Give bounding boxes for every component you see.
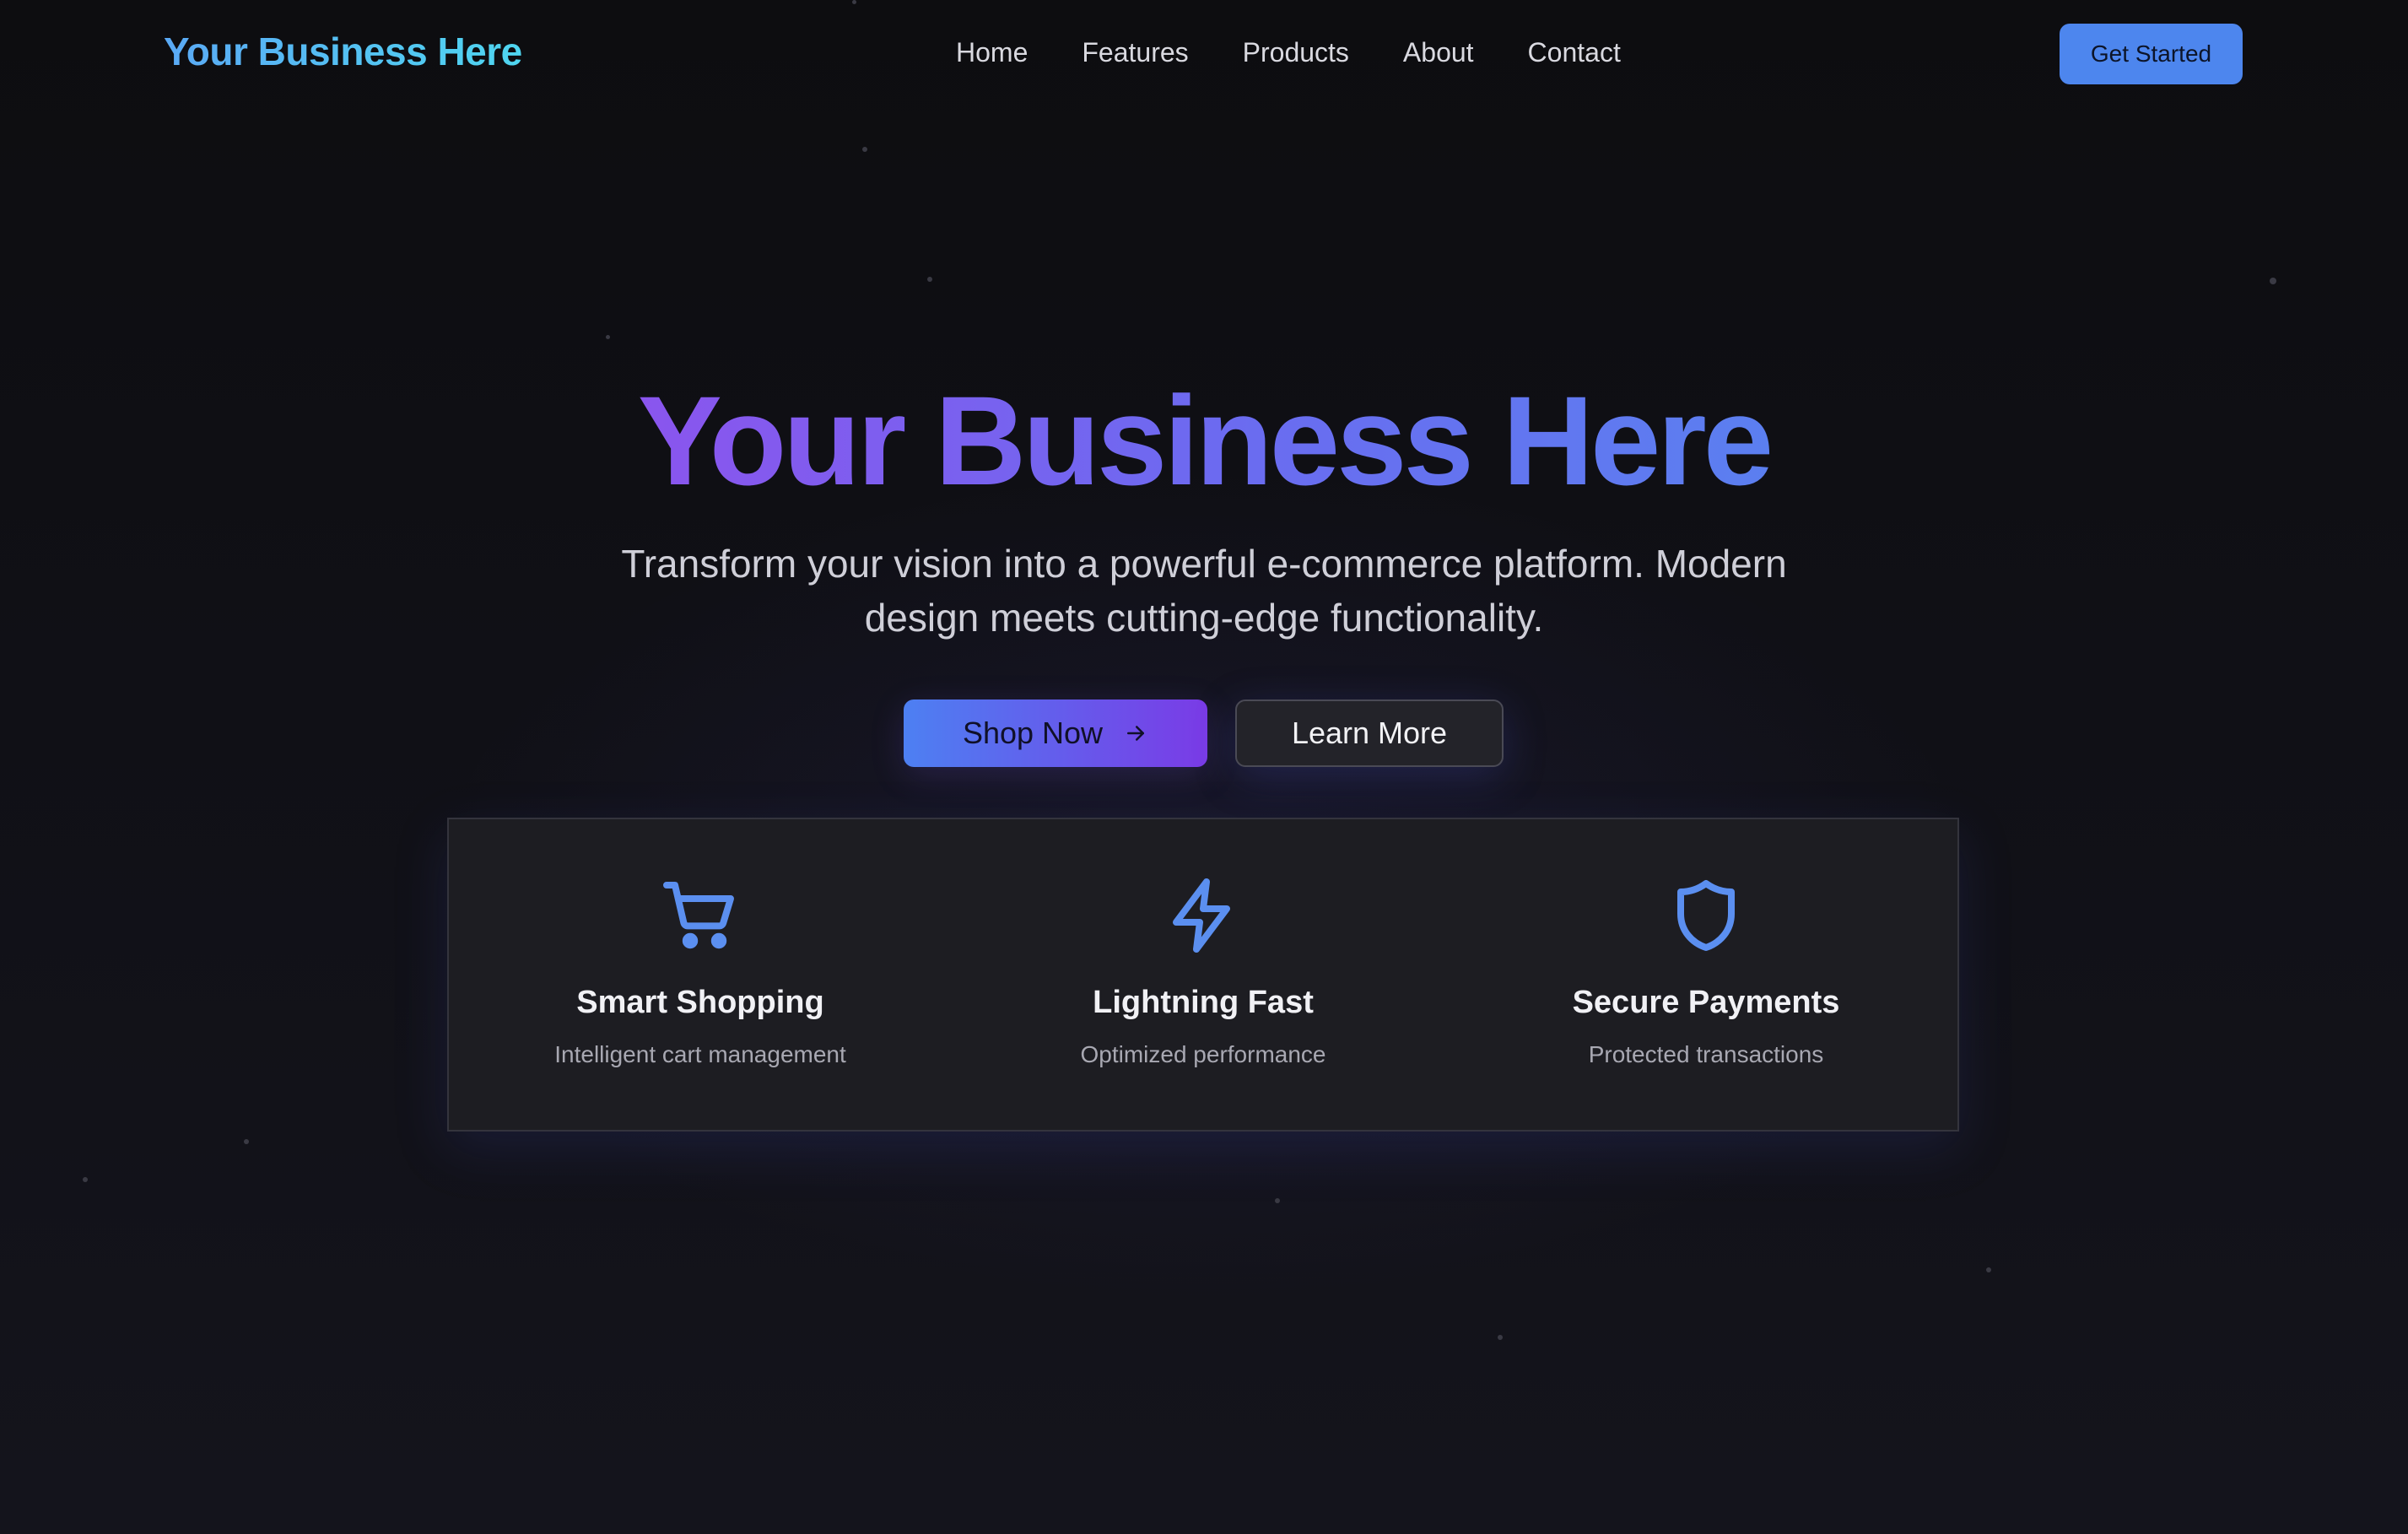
lightning-icon [1173,878,1230,953]
shop-now-label: Shop Now [962,716,1104,750]
nav-link-about[interactable]: About [1403,37,1474,68]
hero-buttons: Shop Now Learn More [904,699,1504,767]
main-menu: Home Features Products About Contact [956,37,1621,68]
background-dot [2270,278,2276,284]
get-started-button[interactable]: Get Started [2060,24,2243,84]
background-dot [244,1139,249,1144]
hero-title-text: Your Business Here [637,370,1774,511]
arrow-right-icon [1127,726,1145,741]
shop-now-button[interactable]: Shop Now [904,699,1207,767]
nav-link-products[interactable]: Products [1243,37,1349,68]
feature-title: Lightning Fast [1093,985,1314,1020]
background-dot [1498,1335,1503,1340]
learn-more-button[interactable]: Learn More [1235,699,1504,767]
top-navbar: Your Business Here Home Features Product… [0,0,2408,108]
feature-card-smart-shopping: Smart Shopping Intelligent cart manageme… [449,819,952,1130]
background-dot [606,335,610,339]
background-dot [83,1177,88,1182]
shopping-cart-icon [663,882,734,949]
features-panel: Smart Shopping Intelligent cart manageme… [447,818,1959,1132]
feature-card-lightning-fast: Lightning Fast Optimized performance [952,819,1455,1130]
background-dot [927,277,932,282]
hero-subtitle-line-1: Transform your vision into a powerful e-… [621,542,1787,586]
background-glow [0,0,2408,1534]
nav-link-features[interactable]: Features [1082,37,1188,68]
nav-link-home[interactable]: Home [956,37,1028,68]
hero-subtitle: Transform your vision into a powerful e-… [591,537,1817,645]
background-dot [1275,1198,1280,1203]
nav-link-contact[interactable]: Contact [1528,37,1621,68]
hero-title: Your Business Here [0,365,2408,516]
feature-title: Smart Shopping [576,985,824,1020]
feature-title: Secure Payments [1572,985,1840,1020]
feature-description: Protected transactions [1588,1041,1824,1067]
background-dot [862,147,867,152]
feature-card-secure-payments: Secure Payments Protected transactions [1455,819,1957,1130]
shield-icon [1677,880,1735,951]
background-dot [1986,1267,1991,1272]
feature-description: Optimized performance [1080,1041,1326,1067]
hero-subtitle-line-2: design meets cutting-edge functionality. [864,596,1544,640]
feature-description: Intelligent cart management [554,1041,846,1067]
brand-logo[interactable]: Your Business Here [164,29,522,74]
